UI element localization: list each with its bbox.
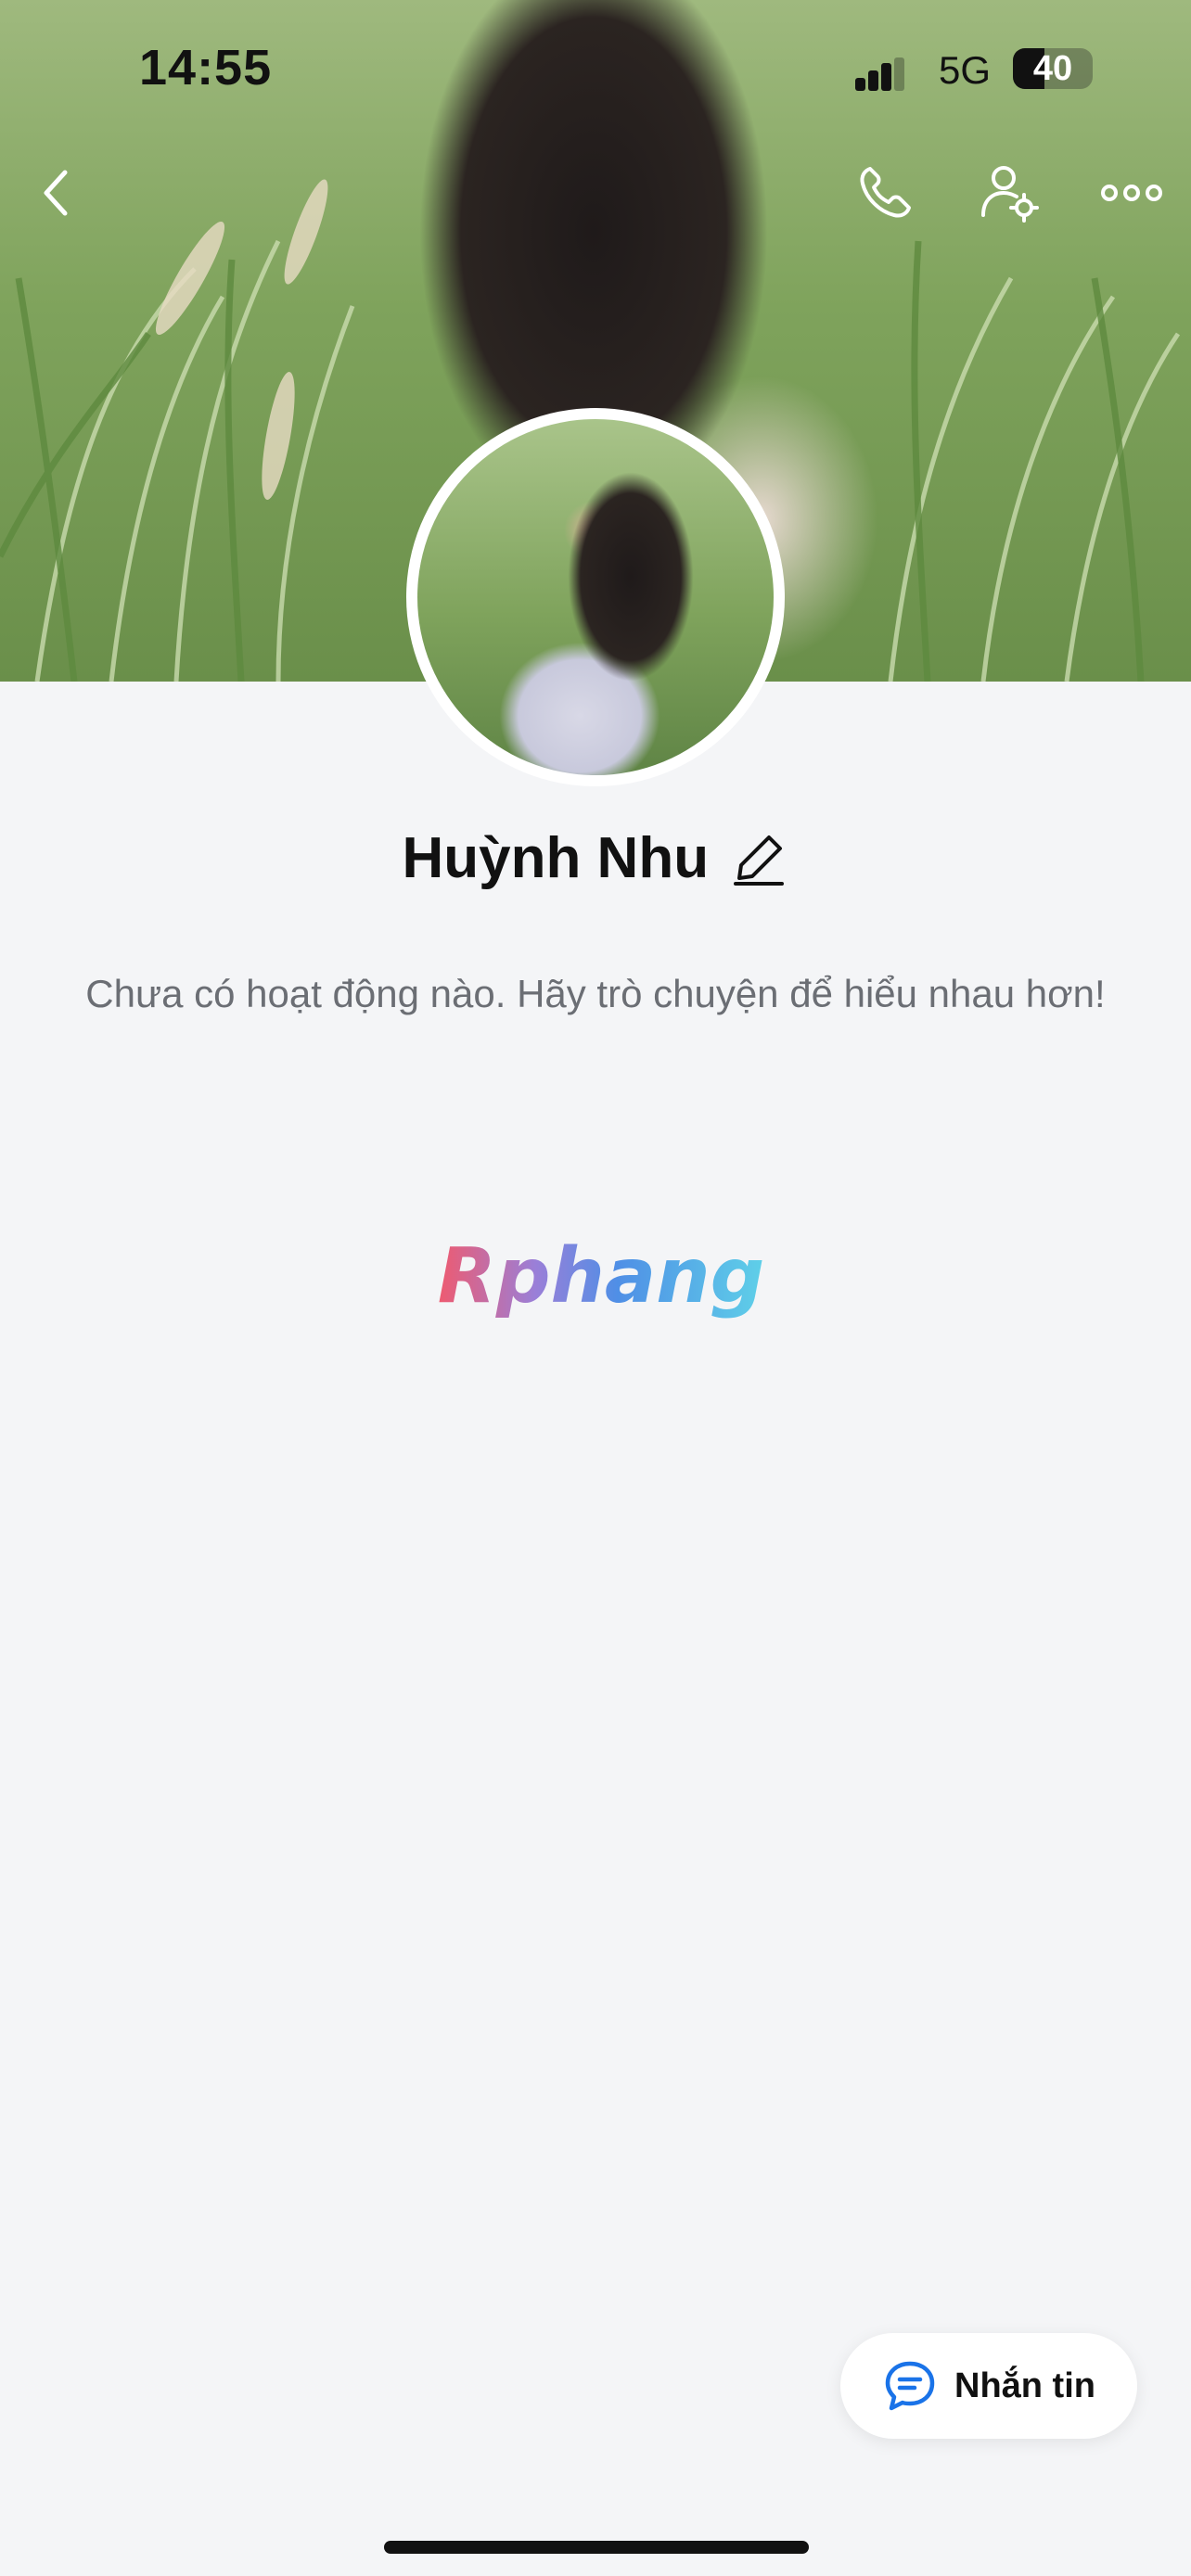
call-button[interactable] — [852, 159, 918, 226]
watermark-logo: Rphang — [438, 1232, 765, 1320]
cellular-signal-icon — [855, 57, 904, 91]
chevron-left-icon — [44, 170, 68, 216]
battery-icon: 40 — [1013, 48, 1093, 89]
avatar-photo — [417, 419, 774, 775]
phone-icon — [860, 167, 911, 218]
battery-percentage: 40 — [1032, 49, 1073, 88]
send-message-label: Nhắn tin — [954, 2366, 1095, 2405]
send-message-button[interactable]: Nhắn tin — [840, 2333, 1137, 2439]
status-time: 14:55 — [139, 40, 273, 96]
pencil-icon — [733, 835, 784, 886]
user-settings-button[interactable] — [976, 159, 1043, 226]
profile-name-row: Huỳnh Nhu — [0, 825, 1191, 899]
network-type: 5G — [939, 48, 992, 92]
watermark-text: Rphang — [438, 1232, 765, 1320]
back-button[interactable] — [24, 159, 91, 226]
activity-empty-text: Chưa có hoạt động nào. Hãy trò chuyện để… — [85, 972, 1106, 1015]
profile-avatar[interactable] — [406, 408, 785, 786]
status-bar: 14:55 5G 40 — [0, 0, 1191, 139]
user-settings-icon — [981, 166, 1039, 223]
edit-name-button[interactable] — [732, 830, 789, 887]
more-horizontal-icon — [1101, 185, 1162, 201]
chat-bubble-icon — [885, 2361, 935, 2411]
profile-name: Huỳnh Nhu — [402, 826, 710, 890]
home-indicator — [384, 2541, 809, 2554]
more-options-button[interactable] — [1098, 159, 1165, 226]
